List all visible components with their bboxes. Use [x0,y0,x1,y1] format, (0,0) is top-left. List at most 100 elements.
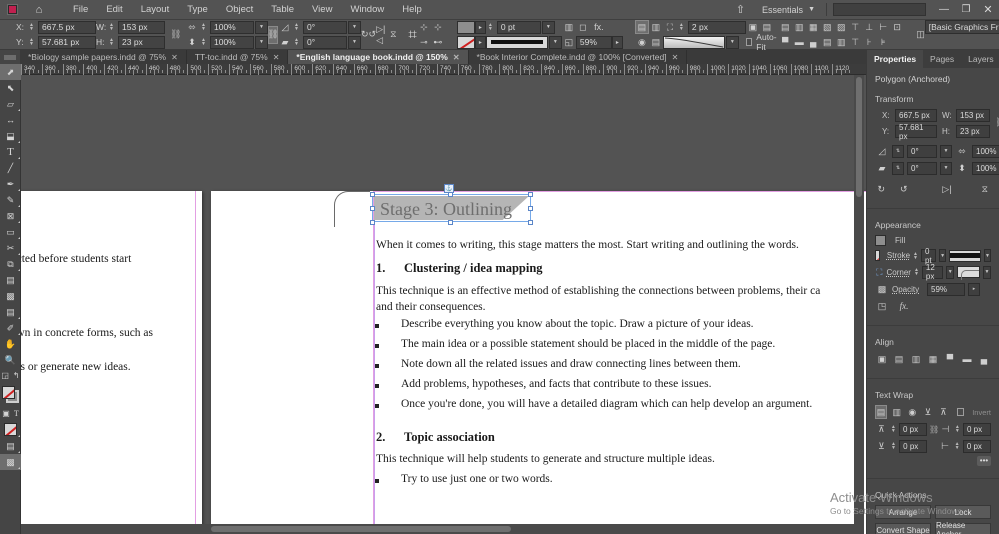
search-input[interactable] [833,3,926,16]
corner-options-icon[interactable]: ◻ [576,20,590,34]
wrap-top-stepper[interactable]: ▲▼ [890,423,897,436]
minimize-button[interactable]: — [933,0,955,20]
wrap-left-stepper[interactable]: ▲▼ [954,423,961,436]
distribute-spacing-icon[interactable]: ▥ [834,35,848,49]
pen-tool[interactable]: ✒ [0,176,21,192]
panel-rotate-ccw-icon[interactable]: ↺ [897,182,909,196]
apply-color-row[interactable]: ◲↰ [0,368,21,382]
gradient-swatch-tool[interactable]: ▤ [0,272,21,288]
constrain-proportions-wh-icon[interactable]: ⛓ [170,29,180,40]
horizontal-ruler[interactable]: ⌗ 34036038040042044046048050052054056058… [0,64,866,75]
panel-align-right-icon[interactable]: ▦ [926,352,940,366]
select-next-icon[interactable]: ⊷ [431,35,445,49]
panel-rotate-cw-icon[interactable]: ↻ [875,182,887,196]
panel-stroke-input[interactable]: 0 pt [921,249,936,262]
tab-bar-grip[interactable] [0,50,20,64]
align-top-icon[interactable]: ▀ [778,35,792,49]
page-tool[interactable]: ▱ [0,96,21,112]
gradient-dropdown-icon[interactable]: ▼ [726,36,739,49]
close-icon[interactable]: ✕ [273,53,280,62]
free-transform-tool[interactable]: ⧉ [0,256,21,272]
rotate-counterclockwise-icon[interactable]: ↺ [369,28,377,42]
rotation-input[interactable]: 0° [303,21,347,34]
wrap-jump-next-column-icon[interactable]: ⊼ [938,405,950,419]
wrap-object-shape-icon[interactable]: ◉ [907,405,919,419]
panel-stroke-label[interactable]: Stroke [887,251,910,260]
panel-w-input[interactable]: 153 px [956,109,990,122]
panel-stroke-stepper[interactable]: ▲▼ [913,249,918,262]
select-previous-icon[interactable]: ⊸ [417,35,431,49]
rotate-clockwise-icon[interactable]: ↻ [361,28,369,42]
w-input[interactable]: 153 px [118,21,165,34]
preview-mode-button[interactable]: ▩ [0,454,21,470]
wrap-bottom-input[interactable]: 0 px [899,440,927,453]
text-frame-columns-icon[interactable]: ▥ [649,20,663,34]
restore-button[interactable]: ❐ [955,0,977,20]
panel-align-hcenter-icon[interactable]: ▥ [909,352,923,366]
menu-type[interactable]: Type [178,2,217,17]
scale-x-input[interactable]: 100% [210,21,254,34]
selection-handle-bc[interactable] [448,220,453,225]
panel-stroke-swatch[interactable] [875,250,880,261]
zoom-tool[interactable]: 🔍 [0,352,21,368]
h-input[interactable]: 23 px [118,36,165,49]
gap-tool[interactable]: ↔ [0,112,21,128]
reference-point-selector[interactable] [8,26,10,43]
normal-view-mode-button[interactable]: ▤ [0,438,21,454]
menu-window[interactable]: Window [341,2,393,17]
shear-input[interactable]: 0° [303,36,347,49]
panel-corner-input[interactable]: 12 px [922,266,943,279]
opacity-input[interactable]: 59% [576,36,612,49]
text-wrap-more-options-icon[interactable]: ••• [977,456,991,466]
frame-fitting-icon[interactable]: ⌗ [408,28,416,42]
panel-h-input[interactable]: 23 px [956,125,990,138]
shear-dropdown-icon[interactable]: ▼ [348,36,361,49]
stroke-swatch[interactable] [457,36,475,49]
wrap-constrain-icon[interactable]: ⛓ [929,425,937,434]
panel-flip-vertical-icon[interactable]: ⧖ [979,182,991,196]
panel-stroke-style-preview[interactable] [949,250,981,262]
panel-opacity-popup-icon[interactable]: ▸ [968,283,980,296]
fill-color-swatch[interactable] [2,386,15,399]
panel-corner-shape-preview[interactable] [957,266,980,278]
panel-reference-point-selector[interactable] [875,111,877,127]
flip-vertical-icon[interactable]: ⧖ [390,28,396,42]
stroke-weight-dropdown-icon[interactable]: ▼ [542,21,555,34]
scale-y-input[interactable]: 100% [210,36,254,49]
close-icon[interactable]: ✕ [453,53,460,62]
release-anchor-button[interactable]: Release Anchor [935,523,991,534]
align-bottom-icon[interactable]: ▄ [806,35,820,49]
panel-shear-input[interactable]: 0° [907,162,937,175]
selection-handle-bl[interactable] [370,220,375,225]
corner-shape-icon[interactable]: ⛶ [663,20,677,34]
wrap-jump-object-icon[interactable]: ⊻ [922,405,934,419]
tab-biology-sample-papers[interactable]: *Biology sample papers.indd @ 75% ✕ [20,50,187,64]
scale-x-dropdown-icon[interactable]: ▼ [255,21,268,34]
panel-stroke-dropdown-icon[interactable]: ▼ [939,249,946,262]
eyedropper-tool[interactable]: ✐ [0,320,21,336]
share-icon[interactable]: ⇧ [726,3,755,16]
panel-rotation-input[interactable]: 0° [907,145,937,158]
invert-checkbox[interactable] [957,408,964,416]
opacity-popup-icon[interactable]: ▸ [612,36,623,49]
scale-y-dropdown-icon[interactable]: ▼ [255,36,268,49]
stroke-weight-input[interactable]: 0 pt [497,21,541,34]
panel-shear-dropdown-icon[interactable]: ▼ [940,162,952,175]
tab-english-language-book[interactable]: *English language book.indd @ 150% ✕ [288,50,468,64]
panel-corner-shape-dropdown-icon[interactable]: ▼ [983,266,991,279]
panel-corner-stepper[interactable]: ▲▼ [914,266,919,279]
flip-horizontal-icon[interactable]: ▷|◁ [376,28,390,42]
formatting-affects-row[interactable]: ▣T [0,406,21,420]
panel-fx-icon[interactable]: fx. [897,299,911,313]
panel-rotation-stepper[interactable]: ⇅ [892,145,904,158]
tab-tt-toc[interactable]: TT-toc.indd @ 75% ✕ [187,50,289,64]
panel-opacity-label[interactable]: Opacity [892,285,924,294]
panel-y-input[interactable]: 57.681 px [895,125,937,138]
menu-object[interactable]: Object [217,2,262,17]
y-stepper[interactable]: ▲▼ [27,36,36,48]
fill-swatch[interactable] [457,21,475,34]
align-to-selection-icon[interactable]: ⊡ [890,20,904,34]
align-middle-icon[interactable]: ▨ [834,20,848,34]
panel-scale-y-input[interactable]: 100% [972,162,999,175]
corner-radius-input[interactable]: 2 px [688,21,746,34]
